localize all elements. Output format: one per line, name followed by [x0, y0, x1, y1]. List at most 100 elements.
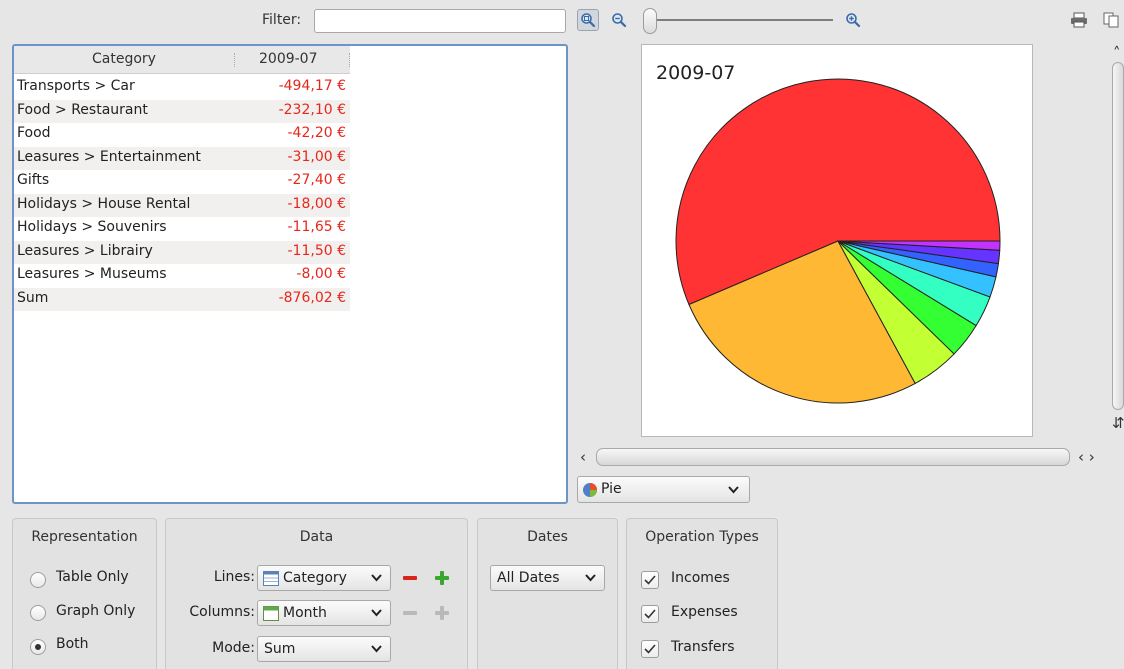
- zoom-in-button[interactable]: [842, 9, 864, 31]
- amount-cell: -11,65 €: [287, 219, 347, 235]
- zoom-fit-button[interactable]: [577, 9, 599, 31]
- table-row[interactable]: Leasures > Entertainment -31,00 €: [14, 146, 350, 170]
- checkmark-icon: [644, 575, 656, 585]
- column-header-category[interactable]: Category: [92, 51, 156, 67]
- zoom-fit-icon: [581, 13, 596, 28]
- category-cell: Gifts: [17, 172, 50, 188]
- checkmark-icon: [644, 644, 656, 654]
- columns-select[interactable]: Month: [257, 600, 391, 626]
- operation-types-title: Operation Types: [645, 529, 759, 545]
- scroll-up-arrow-icon[interactable]: ˄: [1113, 46, 1121, 61]
- amount-cell: -18,00 €: [287, 195, 347, 212]
- column-header-month[interactable]: 2009-07: [259, 51, 318, 67]
- category-cell: Leasures > Librairy: [17, 242, 153, 259]
- mode-label: Mode:: [212, 640, 255, 656]
- columns-value: Month: [283, 605, 327, 621]
- chevron-down-icon: [371, 609, 382, 617]
- table-icon: [263, 571, 279, 586]
- graph-canvas: 2009-07: [641, 44, 1033, 437]
- zoom-slider-handle[interactable]: [643, 8, 657, 34]
- chart-type-select[interactable]: Pie: [577, 476, 750, 503]
- chevron-down-icon: [371, 574, 382, 582]
- category-cell: Food: [17, 125, 51, 141]
- print-button[interactable]: [1068, 9, 1090, 31]
- table-row[interactable]: Food > Restaurant -232,10 €: [14, 99, 350, 123]
- pie-chart-icon: [583, 483, 597, 497]
- expenses-label: Expenses: [671, 604, 738, 620]
- radio-graph-only-label: Graph Only: [56, 603, 136, 619]
- chart-type-value: Pie: [601, 481, 622, 497]
- calendar-icon: [263, 606, 279, 621]
- category-cell: Holidays > Souvenirs: [17, 219, 167, 235]
- table-row[interactable]: Transports > Car -494,17 €: [14, 76, 350, 99]
- lines-label: Lines:: [213, 569, 255, 585]
- category-cell: Holidays > House Rental: [17, 195, 191, 212]
- add-line-button[interactable]: [434, 570, 450, 586]
- table-row[interactable]: Food -42,20 €: [14, 123, 350, 146]
- radio-table-only-label: Table Only: [56, 569, 129, 585]
- transfers-label: Transfers: [671, 639, 735, 655]
- mode-value: Sum: [264, 641, 296, 657]
- data-title: Data: [299, 529, 334, 545]
- horizontal-scroll-thumb[interactable]: [596, 448, 1070, 466]
- table-row[interactable]: Leasures > Librairy -11,50 €: [14, 240, 350, 264]
- add-column-button[interactable]: [434, 605, 450, 621]
- transfers-checkbox[interactable]: [641, 640, 659, 658]
- remove-line-button[interactable]: [402, 570, 418, 586]
- amount-cell: -494,17 €: [278, 78, 346, 94]
- table-row[interactable]: Gifts -27,40 €: [14, 170, 350, 193]
- filter-label: Filter:: [262, 12, 302, 28]
- filter-input[interactable]: [314, 9, 566, 33]
- amount-cell: -31,00 €: [287, 148, 347, 165]
- amount-cell: -27,40 €: [287, 172, 347, 188]
- printer-icon: [1071, 12, 1087, 28]
- incomes-label: Incomes: [671, 570, 730, 586]
- remove-column-button[interactable]: [402, 605, 418, 621]
- data-group: Data Lines: Category Columns: Month Mode…: [165, 518, 468, 669]
- chevron-down-icon: [371, 645, 382, 653]
- amount-cell: -8,00 €: [296, 266, 346, 282]
- table-row[interactable]: Holidays > House Rental -18,00 €: [14, 193, 350, 217]
- expenses-checkbox[interactable]: [641, 605, 659, 623]
- radio-graph-only[interactable]: [30, 605, 46, 621]
- copy-button[interactable]: [1100, 9, 1122, 31]
- report-table[interactable]: Category 2009-07 Transports > Car -494,17…: [12, 44, 568, 504]
- category-cell: Leasures > Museums: [17, 266, 167, 282]
- column-separator: [234, 53, 235, 67]
- dates-group: Dates All Dates: [477, 518, 618, 669]
- representation-group: Representation Table Only Graph Only Bot…: [12, 518, 157, 669]
- mode-select[interactable]: Sum: [257, 636, 391, 662]
- radio-both[interactable]: [30, 639, 46, 655]
- scroll-down-arrows-icon[interactable]: ⇵: [1112, 416, 1124, 431]
- table-row[interactable]: Sum -876,02 €: [14, 287, 350, 311]
- amount-cell: -232,10 €: [278, 101, 346, 118]
- representation-title: Representation: [31, 529, 138, 545]
- table-row[interactable]: Holidays > Souvenirs -11,65 €: [14, 217, 350, 240]
- scroll-left-arrow-icon[interactable]: ‹: [580, 450, 586, 465]
- radio-selected-dot: [35, 644, 41, 650]
- dates-value: All Dates: [497, 570, 560, 586]
- scroll-left-right-arrows-icon[interactable]: ‹ ›: [1078, 450, 1095, 465]
- radio-table-only[interactable]: [30, 572, 46, 588]
- operation-types-group: Operation Types Incomes Expenses Transfe…: [626, 518, 778, 669]
- zoom-out-icon: [612, 13, 627, 28]
- vertical-scroll-thumb[interactable]: [1112, 62, 1124, 410]
- category-cell: Transports > Car: [17, 78, 135, 94]
- category-cell: Food > Restaurant: [17, 101, 148, 118]
- copy-icon: [1103, 12, 1119, 28]
- incomes-checkbox[interactable]: [641, 571, 659, 589]
- zoom-slider-track[interactable]: [655, 19, 833, 21]
- radio-both-label: Both: [56, 636, 89, 652]
- amount-cell: -11,50 €: [287, 242, 347, 259]
- checkmark-icon: [644, 609, 656, 619]
- column-separator: [349, 53, 350, 67]
- zoom-out-button[interactable]: [608, 9, 630, 31]
- lines-select[interactable]: Category: [257, 565, 391, 591]
- chevron-down-icon: [585, 574, 596, 582]
- amount-cell: -876,02 €: [278, 289, 346, 306]
- zoom-in-icon: [846, 13, 861, 28]
- dates-select[interactable]: All Dates: [490, 565, 605, 591]
- amount-cell: -42,20 €: [287, 125, 347, 141]
- columns-label: Columns:: [189, 604, 255, 620]
- table-row[interactable]: Leasures > Museums -8,00 €: [14, 264, 350, 287]
